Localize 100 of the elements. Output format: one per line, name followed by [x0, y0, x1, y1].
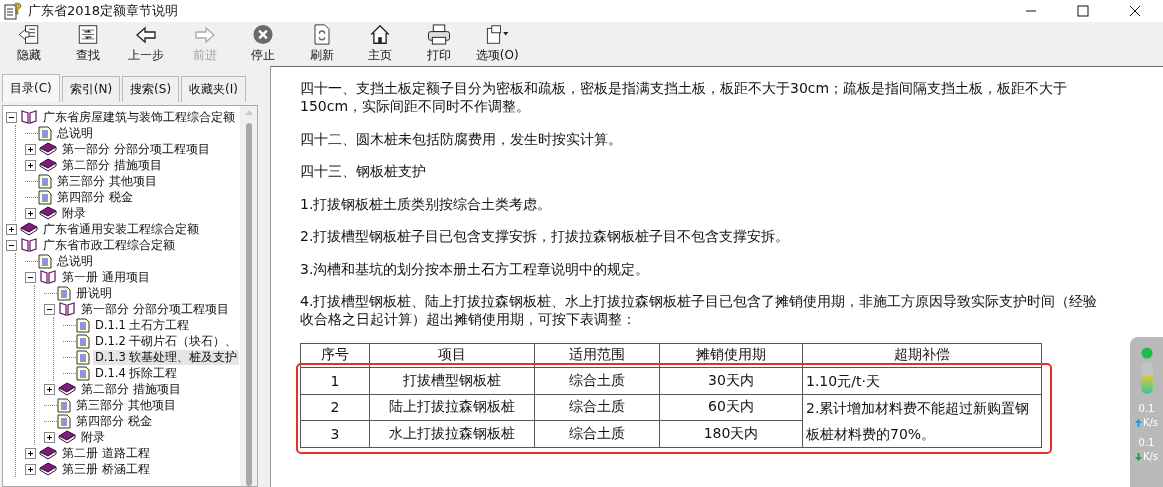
expand-toggle[interactable]: [44, 383, 55, 395]
tab[interactable]: 收藏夹(I): [181, 76, 246, 102]
tree-item[interactable]: 总说明: [55, 125, 95, 141]
table-cell: 1.10元/t·天: [802, 367, 1042, 394]
expand-toggle[interactable]: [25, 143, 36, 155]
book-icon: [39, 142, 57, 156]
book-icon: [20, 222, 38, 236]
tree-item[interactable]: 总说明: [55, 253, 95, 269]
refresh-page-icon: [311, 24, 332, 45]
table-cell: 水上打拔拉森钢板桩: [369, 420, 535, 447]
document-icon: [57, 397, 71, 413]
tree-item[interactable]: 广东省通用安装工程综合定额: [41, 221, 201, 237]
download-arrow-icon: [1134, 452, 1142, 461]
paragraph: 3.沟槽和基坑的划分按本册土石方工程章说明中的规定。: [300, 259, 651, 278]
tree-item[interactable]: 第二册 道路工程: [60, 445, 152, 461]
document-icon: [76, 365, 90, 381]
tree-item[interactable]: 第四部分 税金: [55, 189, 135, 205]
open-book-icon: [39, 270, 57, 284]
paragraph: 四十一、支挡土板定额子目分为密板和疏板，密板是指满支挡土板，板距不大于30cm；疏板是指间隔支挡土板，板距不大于150cm，实际间距不同时不作调整。: [300, 79, 1069, 115]
expand-toggle[interactable]: [44, 431, 55, 443]
speed-unit: K/s: [1142, 451, 1159, 462]
document-icon: [76, 317, 90, 333]
toolbar-button[interactable]: 打印: [409, 24, 468, 66]
printer-icon: [425, 24, 452, 45]
tree-item[interactable]: D.1.1 土石方工程: [93, 317, 192, 333]
open-book-icon: [20, 238, 38, 252]
scrollbar[interactable]: [240, 106, 257, 486]
forward-arrow-icon: [193, 25, 216, 45]
toolbar-button[interactable]: 停止: [234, 24, 293, 66]
toolbar-button[interactable]: 上一步: [117, 24, 176, 66]
column-header: 摊销使用期: [659, 343, 803, 367]
tree-item[interactable]: 第一册 通用项目: [60, 269, 152, 285]
book-icon: [39, 462, 57, 476]
tree-item[interactable]: 附录: [60, 205, 88, 221]
tree-item[interactable]: 第一部分 分部分项工程项目: [79, 301, 231, 317]
document-icon: [38, 253, 52, 269]
expand-toggle[interactable]: [25, 207, 36, 219]
tree-item[interactable]: 第二部分 措施项目: [60, 157, 164, 173]
tree-item[interactable]: 广东省房屋建筑与装饰工程综合定额: [41, 109, 237, 125]
table-cell: 综合土质: [534, 367, 660, 394]
document-icon: [57, 413, 71, 429]
document-icon: [38, 125, 52, 141]
table-cell: 2: [300, 394, 370, 421]
column-header: 适用范围: [534, 343, 660, 367]
download-speed: 0.1: [1138, 437, 1155, 448]
toolbar-button[interactable]: 主页: [351, 24, 410, 66]
table-cell: 1: [300, 367, 370, 394]
tree-item[interactable]: D.1.3 软基处理、桩及支护: [93, 349, 240, 365]
open-book-icon: [20, 110, 38, 124]
upload-speed: 0.1: [1138, 403, 1155, 414]
table-cell: 3: [300, 420, 370, 447]
tab[interactable]: 搜索(S): [122, 76, 180, 102]
close-icon[interactable]: [1129, 5, 1141, 17]
window-title: 广东省2018定额章节说明: [28, 2, 180, 20]
tab[interactable]: 索引(N): [61, 76, 121, 102]
status-dot-icon: [1140, 347, 1153, 359]
expand-toggle[interactable]: [6, 223, 17, 235]
tree-item[interactable]: 册说明: [74, 285, 114, 301]
maximize-icon[interactable]: [1077, 5, 1089, 17]
collapse-toggle[interactable]: [6, 239, 17, 251]
book-icon: [39, 446, 57, 460]
toolbar-button[interactable]: 选项(O): [468, 24, 527, 66]
table-cell: 2.累计增加材料费不能超过新购置钢板桩材料费的70%。: [802, 394, 1042, 447]
paragraph: 四十三、钢板桩支护: [300, 162, 427, 180]
table-cell: 30天内: [659, 367, 803, 394]
tab[interactable]: 目录(C): [2, 74, 60, 102]
paragraph: 2.打拔槽型钢板桩子目已包含支撑安拆，打拔拉森钢板桩子目不包含支撑安拆。: [300, 227, 791, 245]
scrollbar-thumb[interactable]: [245, 123, 252, 486]
table-cell: 打拔槽型钢板桩: [369, 367, 535, 394]
tree-item[interactable]: 广东省市政工程综合定额: [41, 237, 177, 253]
table-cell: 陆上打拔拉森钢板桩: [369, 394, 535, 421]
tree-item[interactable]: 第三部分 其他项目: [74, 397, 178, 413]
tree-item[interactable]: 第一部分 分部分项工程项目: [60, 141, 212, 157]
expand-toggle[interactable]: [25, 463, 36, 475]
column-header: 项目: [369, 343, 535, 367]
collapse-toggle[interactable]: [25, 271, 36, 283]
toolbar-button[interactable]: 刷新: [292, 24, 351, 66]
tree-item[interactable]: 附录: [79, 429, 107, 445]
toolbar-button[interactable]: 隐藏: [0, 24, 59, 66]
tree-item[interactable]: D.1.2 干砌片石（块石）、: [93, 333, 240, 349]
collapse-toggle[interactable]: [6, 111, 17, 123]
tree-item[interactable]: 第二部分 措施项目: [79, 381, 183, 397]
book-icon: [58, 430, 76, 444]
expand-toggle[interactable]: [25, 159, 36, 171]
document-icon: [76, 349, 90, 365]
expand-toggle[interactable]: [25, 447, 36, 459]
tree-item[interactable]: 第三部分 其他项目: [55, 173, 159, 189]
back-arrow-icon: [135, 25, 158, 45]
tree-item[interactable]: 第三册 桥涵工程: [60, 461, 152, 477]
collapse-toggle[interactable]: [44, 303, 55, 315]
document-icon: [38, 173, 52, 189]
column-header: 序号: [300, 343, 370, 367]
stop-icon: [252, 24, 275, 45]
open-book-icon: [58, 302, 76, 316]
tree-item[interactable]: D.1.4 拆除工程: [93, 365, 180, 381]
paragraph: 4.打拔槽型钢板桩、陆上打拔拉森钢板桩、水上打拔拉森钢板桩子目已包含了摊销使用期，非施工方原因导致实际支护时间（经验收合格之日起计算）超出摊销使用期，可按下表调整：: [300, 292, 1099, 328]
toolbar-button[interactable]: 查找: [58, 24, 117, 66]
tree-item[interactable]: 第四部分 税金: [74, 413, 154, 429]
column-header: 超期补偿: [802, 343, 1042, 367]
table-cell: 60天内: [659, 394, 803, 421]
